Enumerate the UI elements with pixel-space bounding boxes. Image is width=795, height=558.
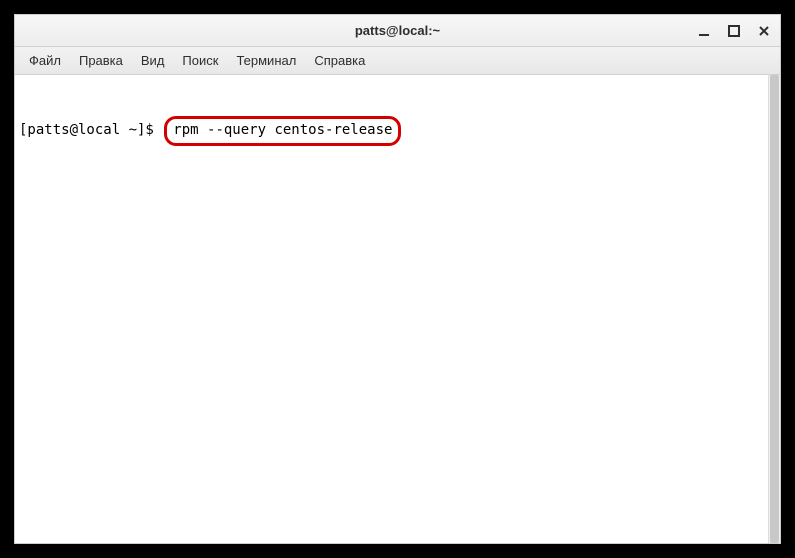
- menu-terminal[interactable]: Терминал: [228, 50, 304, 71]
- command-text: rpm --query centos-release: [173, 122, 392, 138]
- menu-edit[interactable]: Правка: [71, 50, 131, 71]
- terminal-body[interactable]: [patts@local ~]$ rpm --query centos-rele…: [15, 75, 780, 543]
- menubar: Файл Правка Вид Поиск Терминал Справка: [15, 47, 780, 75]
- command-highlight: rpm --query centos-release: [164, 116, 401, 146]
- terminal-window: patts@local:~ Файл Правка Вид: [14, 14, 781, 544]
- scrollbar-thumb[interactable]: [770, 75, 779, 543]
- prompt-text: [patts@local ~]$: [19, 121, 162, 141]
- minimize-button[interactable]: [696, 23, 712, 39]
- prompt-line: [patts@local ~]$ rpm --query centos-rele…: [19, 116, 776, 146]
- window-title: patts@local:~: [355, 23, 440, 38]
- scrollbar[interactable]: [768, 75, 780, 543]
- menu-view[interactable]: Вид: [133, 50, 173, 71]
- minimize-icon: [698, 25, 710, 37]
- close-button[interactable]: [756, 23, 772, 39]
- titlebar[interactable]: patts@local:~: [15, 15, 780, 47]
- terminal-content: [patts@local ~]$ rpm --query centos-rele…: [15, 75, 780, 187]
- menu-file[interactable]: Файл: [21, 50, 69, 71]
- close-icon: [758, 25, 770, 37]
- menu-help[interactable]: Справка: [306, 50, 373, 71]
- window-controls: [696, 15, 772, 46]
- maximize-button[interactable]: [726, 23, 742, 39]
- menu-search[interactable]: Поиск: [174, 50, 226, 71]
- maximize-icon: [728, 25, 740, 37]
